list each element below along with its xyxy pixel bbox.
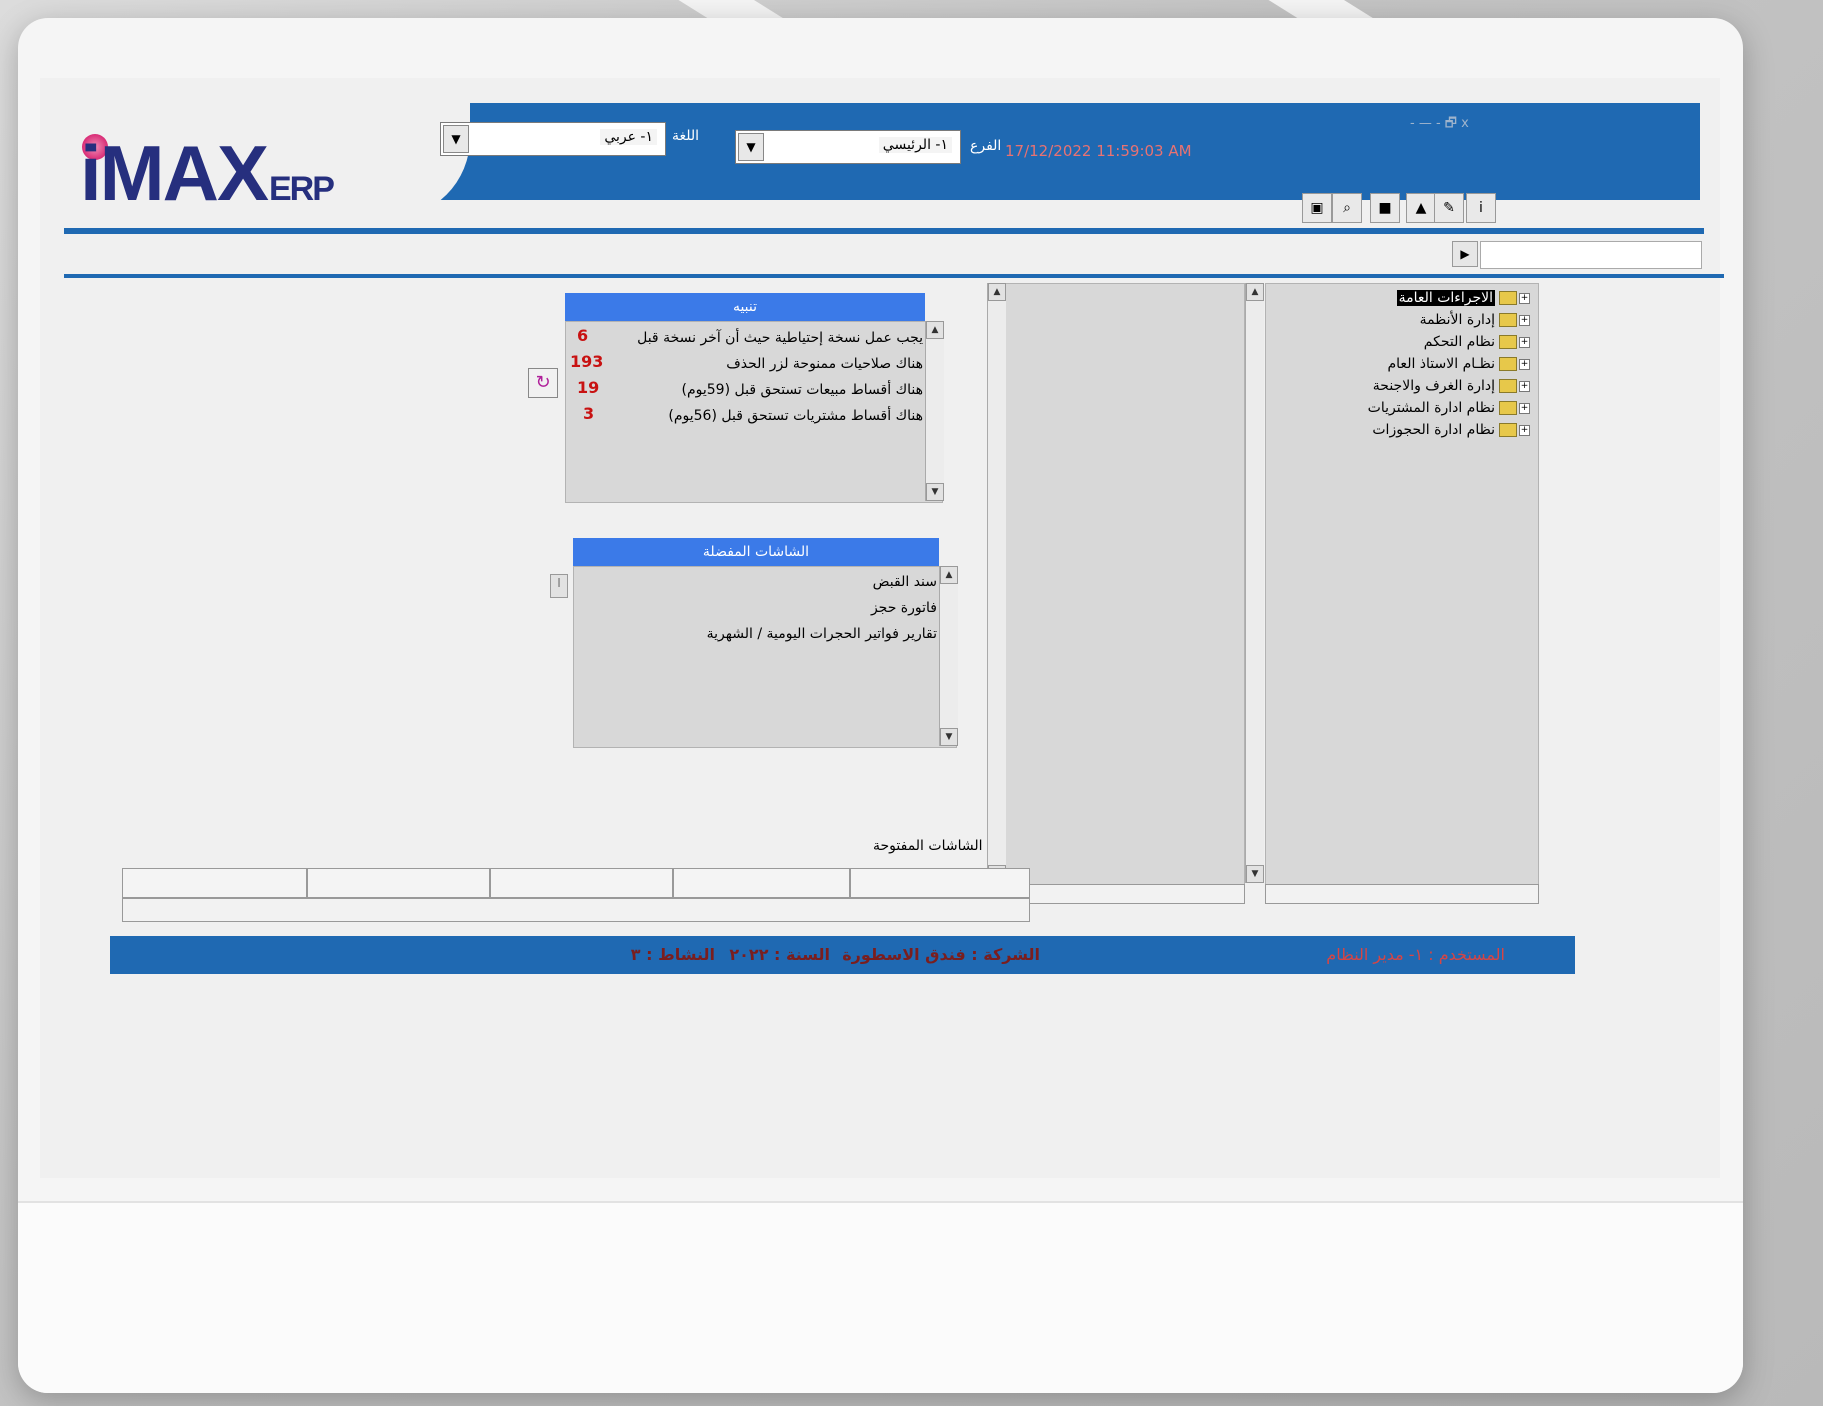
menu-search-input[interactable] xyxy=(1480,241,1702,269)
logo-main: iMAX xyxy=(80,129,269,217)
refresh-icon[interactable]: ↻ xyxy=(528,368,558,398)
alerts-title: تنبيه xyxy=(565,293,925,321)
status-company: الشركة : فندق الاسطورة xyxy=(842,945,1040,964)
status-user: المستخدم : ١- مدير النظام xyxy=(1326,945,1505,964)
branch-value: ١- الرئيسي xyxy=(878,137,952,153)
scroll-up-icon[interactable]: ▲ xyxy=(926,321,944,339)
table-column xyxy=(489,869,491,897)
search-go-icon[interactable]: ▶ xyxy=(1452,241,1478,267)
folder-icon xyxy=(1499,423,1517,437)
favorites-scrollbar[interactable]: ▲ ▼ xyxy=(939,566,958,746)
table-column xyxy=(849,869,851,897)
chevron-down-icon[interactable]: ▼ xyxy=(443,125,469,153)
folder-icon xyxy=(1499,335,1517,349)
alert-row[interactable]: هناك صلاحيات ممنوحة لزر الحذف xyxy=(726,356,923,372)
tree-hscrollbar[interactable] xyxy=(1265,884,1539,904)
tree-item-label: إدارة الغرف والاجنحة xyxy=(1372,378,1495,394)
search-icon[interactable]: ⌕ xyxy=(1332,193,1362,223)
table-column xyxy=(672,869,674,897)
alert-row[interactable]: يجب عمل نسخة إحتياطية حيث أن آخر نسخة قب… xyxy=(637,330,923,346)
open-screens-hscrollbar[interactable] xyxy=(122,898,1030,922)
menu-tree: + الاجراءات العامة + إدارة الأنظمة + نظام ا… xyxy=(1265,283,1539,885)
folder-icon xyxy=(1499,313,1517,327)
alert-count: 193 xyxy=(570,352,604,371)
scroll-down-icon[interactable]: ▼ xyxy=(1246,865,1264,883)
app-logo: iMAXERP xyxy=(80,128,335,219)
language-value: ١- عربي xyxy=(600,129,657,145)
tree-item-reservations[interactable]: + نظام ادارة الحجوزات xyxy=(1372,422,1530,438)
expand-icon[interactable]: + xyxy=(1519,424,1530,436)
network-icon[interactable]: ▲ xyxy=(1406,193,1436,223)
tree-item-rooms[interactable]: + إدارة الغرف والاجنحة xyxy=(1373,378,1530,394)
tree-item-general[interactable]: + الاجراءات العامة xyxy=(1396,290,1530,306)
scroll-up-icon[interactable]: ▲ xyxy=(940,566,958,584)
expand-icon[interactable]: + xyxy=(1519,336,1530,348)
tree-item-control[interactable]: + نظام التحكم xyxy=(1424,334,1530,350)
status-year: السنة : ٢٠٢٢ xyxy=(729,945,830,964)
open-folder-icon[interactable]: ▣ xyxy=(1302,193,1332,223)
logo-suffix: ERP xyxy=(269,170,335,208)
language-select[interactable]: ▼ ١- عربي xyxy=(440,122,666,156)
expand-icon[interactable]: + xyxy=(1519,358,1530,370)
tree-item-label: نظام ادارة المشتريات xyxy=(1367,400,1495,416)
alert-row[interactable]: هناك أقساط مبيعات تستحق قبل (59يوم) xyxy=(682,382,924,398)
window-controls[interactable]: - — - 🗗 x xyxy=(1410,114,1469,136)
tree-item-label: نظام ادارة الحجوزات xyxy=(1372,422,1495,438)
submenu-scrollbar[interactable]: ▲ ▼ xyxy=(987,283,1006,883)
expand-icon[interactable]: + xyxy=(1519,402,1530,414)
content-divider xyxy=(64,274,1724,278)
folder-icon xyxy=(1499,291,1517,305)
status-activity: النشاط : ٣ xyxy=(630,945,715,964)
favorites-side-handle[interactable]: | xyxy=(550,574,568,598)
status-bar: المستخدم : ١- مدير النظام الشركة : فندق … xyxy=(110,936,1575,974)
folder-icon xyxy=(1499,357,1517,371)
tree-item-label: الاجراءات العامة xyxy=(1396,290,1495,306)
info-icon[interactable]: i xyxy=(1466,193,1496,223)
alert-count: 6 xyxy=(577,326,589,345)
datetime-display: 17/12/2022 11:59:03 AM xyxy=(1005,142,1192,160)
app-window: iMAXERP ▼ ١- عربي اللغة ▼ ١- الرئيسي الف… xyxy=(40,78,1724,1178)
tree-item-purchases[interactable]: + نظام ادارة المشتريات xyxy=(1368,400,1530,416)
monitor-chin xyxy=(18,1201,1743,1393)
tree-item-label: إدارة الأنظمة xyxy=(1419,312,1495,328)
expand-icon[interactable]: + xyxy=(1519,314,1530,326)
tree-item-label: نظـام الاستاذ العام xyxy=(1387,356,1496,372)
favorite-item[interactable]: تقارير فواتير الحجرات اليومية / الشهرية xyxy=(707,626,937,642)
monitor-frame: iMAXERP ▼ ١- عربي اللغة ▼ ١- الرئيسي الف… xyxy=(18,18,1743,1393)
open-screens-label: الشاشات المفتوحة xyxy=(873,838,983,854)
scroll-up-icon[interactable]: ▲ xyxy=(988,283,1006,301)
scroll-down-icon[interactable]: ▼ xyxy=(926,483,944,501)
branch-select[interactable]: ▼ ١- الرئيسي xyxy=(735,130,961,164)
branch-label: الفرع xyxy=(970,138,1002,154)
table-column xyxy=(306,869,308,897)
alerts-scrollbar[interactable]: ▲ ▼ xyxy=(925,321,944,501)
submenu-hscrollbar[interactable] xyxy=(1005,884,1245,904)
favorites-title: الشاشات المفضلة xyxy=(573,538,939,566)
favorites-list xyxy=(573,566,957,748)
lock-icon[interactable]: ■ xyxy=(1370,193,1400,223)
tree-scrollbar[interactable]: ▲ ▼ xyxy=(1245,283,1264,883)
tree-item-systems[interactable]: + إدارة الأنظمة xyxy=(1420,312,1530,328)
header-divider xyxy=(64,228,1704,234)
alert-count: 19 xyxy=(577,378,600,397)
tools-icon[interactable]: ✎ xyxy=(1434,193,1464,223)
chevron-down-icon[interactable]: ▼ xyxy=(738,133,764,161)
tree-item-ledger[interactable]: + نظـام الاستاذ العام xyxy=(1387,356,1530,372)
favorite-item[interactable]: سند القبض xyxy=(873,574,937,590)
expand-icon[interactable]: + xyxy=(1519,380,1530,392)
scroll-down-icon[interactable]: ▼ xyxy=(940,728,958,746)
alert-count: 3 xyxy=(583,404,595,423)
favorite-item[interactable]: فاتورة حجز xyxy=(871,600,937,616)
folder-icon xyxy=(1499,379,1517,393)
scroll-up-icon[interactable]: ▲ xyxy=(1246,283,1264,301)
submenu-panel xyxy=(1005,283,1245,885)
alert-row[interactable]: هناك أقساط مشتريات تستحق قبل (56يوم) xyxy=(668,408,923,424)
tree-item-label: نظام التحكم xyxy=(1423,334,1495,350)
folder-icon xyxy=(1499,401,1517,415)
open-screens-table xyxy=(122,868,1030,898)
language-label: اللغة xyxy=(672,128,700,144)
expand-icon[interactable]: + xyxy=(1519,292,1530,304)
